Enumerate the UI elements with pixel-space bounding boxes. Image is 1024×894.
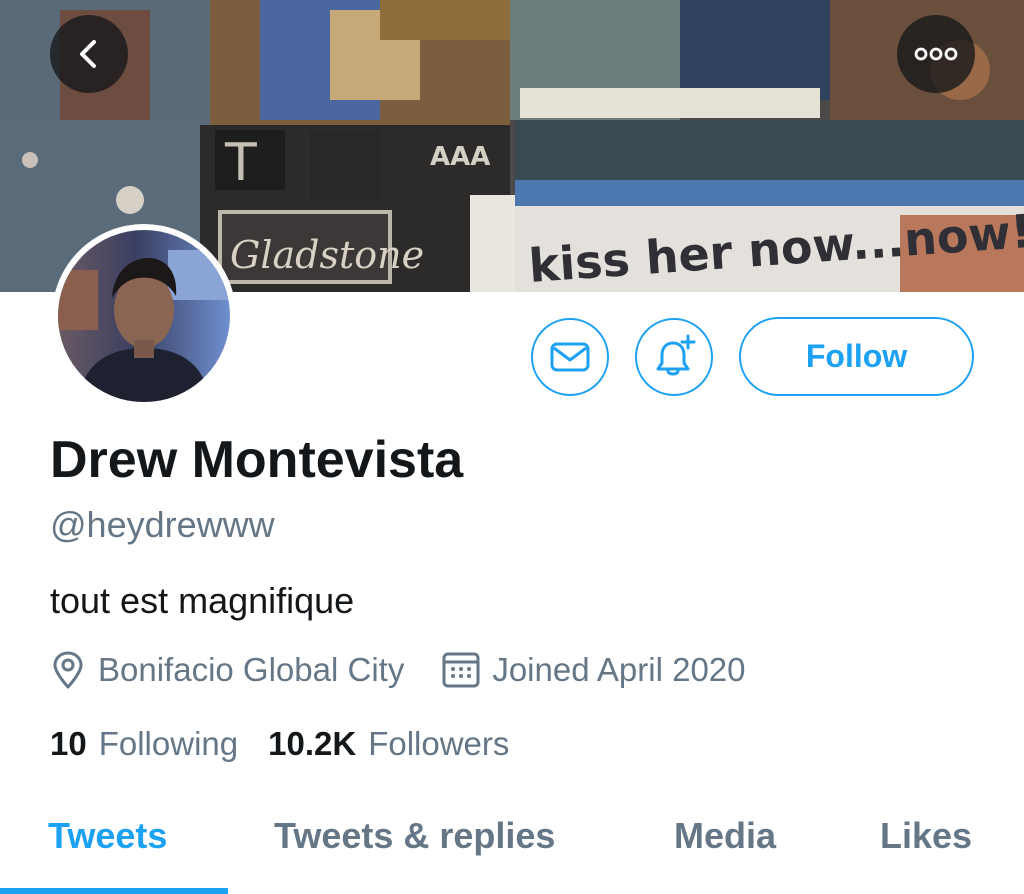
chevron-left-icon — [80, 40, 96, 68]
join-date: Joined April 2020 — [442, 651, 746, 689]
more-options-button[interactable] — [897, 15, 975, 93]
profile-meta: Bonifacio Global City Joined April 2020 — [50, 648, 746, 692]
bell-plus-icon — [656, 334, 696, 376]
banner-sign-gladstone: Gladstone — [230, 233, 424, 277]
notifications-button[interactable] — [635, 318, 713, 396]
profile-stats: 10 Following 10.2K Followers — [50, 725, 539, 763]
tab-likes[interactable]: Likes — [880, 815, 972, 857]
mail-icon — [550, 342, 590, 372]
following-label: Following — [98, 725, 239, 762]
following-stat[interactable]: 10 Following — [50, 725, 238, 763]
followers-count: 10.2K — [268, 725, 357, 762]
location-text: Bonifacio Global City — [98, 651, 405, 688]
back-button[interactable] — [50, 15, 128, 93]
active-tab-indicator — [0, 888, 228, 894]
profile-tabs: Tweets Tweets & replies Media Likes — [0, 795, 1024, 894]
profile-name: Drew Montevista — [50, 431, 464, 489]
join-date-text: Joined April 2020 — [492, 651, 746, 688]
profile-handle: @heydrewww — [50, 504, 275, 545]
more-icon — [914, 47, 958, 61]
following-count: 10 — [50, 725, 87, 762]
tab-media[interactable]: Media — [674, 815, 776, 857]
avatar-image — [58, 230, 230, 402]
message-button[interactable] — [531, 318, 609, 396]
calendar-icon — [442, 652, 480, 688]
followers-stat[interactable]: 10.2K Followers — [268, 725, 509, 763]
followers-label: Followers — [368, 725, 510, 762]
avatar[interactable] — [52, 224, 236, 408]
profile-bio: tout est magnifique — [50, 580, 355, 621]
tab-tweets[interactable]: Tweets — [48, 815, 167, 857]
banner-sign-letter: T — [224, 133, 257, 193]
banner-sign-aaa: AAA — [430, 142, 490, 172]
tab-tweets-replies[interactable]: Tweets & replies — [274, 815, 555, 857]
follow-button[interactable]: Follow — [739, 317, 974, 396]
location-pin-icon — [53, 651, 83, 689]
location: Bonifacio Global City — [50, 650, 404, 690]
